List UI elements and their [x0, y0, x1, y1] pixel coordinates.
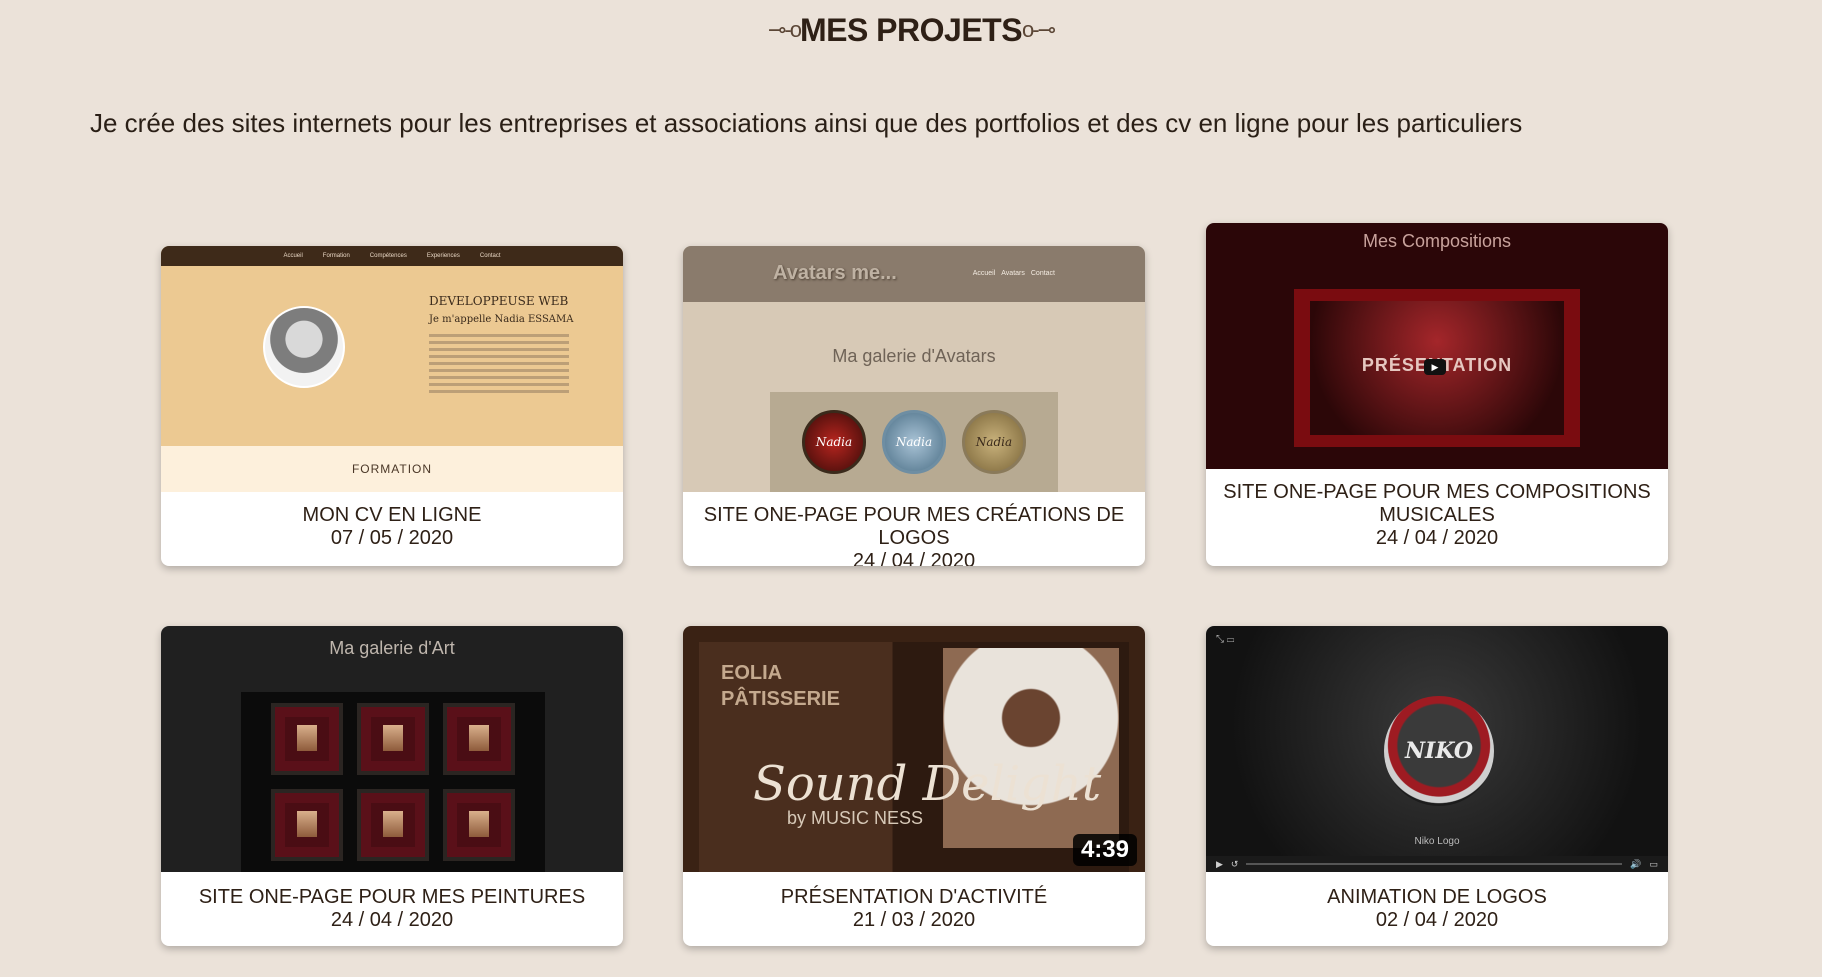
video-duration-badge: 4:39	[1072, 834, 1137, 866]
logo-disc: Nadia	[882, 410, 946, 474]
project-date: 07 / 05 / 2020	[330, 527, 454, 549]
play-icon[interactable]: ▶	[1424, 359, 1446, 375]
thumb-nav-item: Contact	[479, 253, 501, 259]
thumb-script-title: Sound Delight	[753, 756, 1102, 812]
thumb-menu: Accueil Avatars Contact	[973, 270, 1055, 277]
thumb-brand: Avatars me...	[773, 262, 897, 284]
thumb-subheading: Je m'appelle Nadia ESSAMA	[429, 314, 574, 325]
logo-disc: Nadia	[802, 410, 866, 474]
logo-disc: Nadia	[962, 410, 1026, 474]
thumb-byline: by MUSIC NESS	[787, 808, 924, 828]
thumb-brand: EOLIA PÂTISSERIE	[721, 660, 840, 712]
thumb-nav-item: Compétences	[369, 253, 407, 259]
thumb-body-text	[429, 334, 569, 397]
project-title: PRÉSENTATION D'ACTIVITÉ	[780, 886, 1048, 908]
project-caption: SITE ONE-PAGE POUR MES COMPOSITIONS MUSI…	[1206, 469, 1668, 550]
project-title: MON CV EN LIGNE	[302, 504, 482, 526]
project-thumbnail[interactable]: EOLIA PÂTISSERIE Sound Delight by MUSIC …	[683, 626, 1145, 872]
thumb-nav-item: Formation	[322, 253, 350, 259]
section-title: ⊸-oMES PROJETSo-⊸	[0, 12, 1822, 49]
thumb-nav: Accueil Formation Compétences Experience…	[161, 246, 623, 266]
project-thumbnail[interactable]: Mes Compositions PRÉSENTATION ▶	[1206, 223, 1668, 469]
painting-frame	[357, 789, 429, 861]
expand-icon[interactable]: ⤡ ▭	[1216, 634, 1234, 645]
painting-frame	[271, 703, 343, 775]
fullscreen-icon[interactable]: ▭	[1649, 859, 1658, 870]
painting-grid	[241, 692, 545, 872]
project-thumbnail[interactable]: ⤡ ▭ NIKO Niko Logo ▶ ↺ 🔊 ▭	[1206, 626, 1668, 872]
painting-frame	[443, 703, 515, 775]
project-thumbnail[interactable]: Accueil Formation Compétences Experience…	[161, 246, 623, 492]
project-date: 24 / 04 / 2020	[852, 550, 976, 566]
painting-frame	[357, 703, 429, 775]
project-date: 24 / 04 / 2020	[330, 909, 454, 931]
thumb-menu-item: Accueil	[972, 270, 996, 277]
thumb-menu-item: Avatars	[1001, 270, 1025, 277]
play-icon[interactable]: ▶	[1216, 859, 1223, 870]
section-intro: Je crée des sites internets pour les ent…	[90, 108, 1523, 138]
project-card-music[interactable]: Mes Compositions PRÉSENTATION ▶ SITE ONE…	[1206, 223, 1668, 566]
title-ornament-left: ⊸-o	[767, 17, 802, 42]
thumb-band: FORMATION	[161, 446, 623, 492]
thumb-heading: Ma galerie d'Art	[329, 638, 455, 658]
project-date: 21 / 03 / 2020	[852, 909, 976, 931]
project-card-animation[interactable]: ⤡ ▭ NIKO Niko Logo ▶ ↺ 🔊 ▭ ANIMATION DE …	[1206, 626, 1668, 946]
project-title: SITE ONE-PAGE POUR MES CRÉATIONS DE LOGO…	[703, 504, 1125, 549]
project-thumbnail[interactable]: Avatars me... Accueil Avatars Contact Ma…	[683, 246, 1145, 492]
thumb-heading: Mes Compositions	[1362, 231, 1512, 251]
thumb-nav-item: Accueil	[283, 253, 303, 259]
project-caption: PRÉSENTATION D'ACTIVITÉ 21 / 03 / 2020	[683, 872, 1145, 932]
thumb-topbar: Avatars me... Accueil Avatars Contact	[683, 246, 1145, 302]
logo-label: Niko Logo	[1414, 836, 1460, 847]
rewind-icon[interactable]: ↺	[1231, 859, 1239, 870]
project-caption: SITE ONE-PAGE POUR MES PEINTURES 24 / 04…	[161, 872, 623, 932]
thumb-nav-item: Experiences	[426, 253, 460, 259]
project-caption: SITE ONE-PAGE POUR MES CRÉATIONS DE LOGO…	[683, 492, 1145, 566]
project-title: SITE ONE-PAGE POUR MES PEINTURES	[198, 886, 586, 908]
project-date: 24 / 04 / 2020	[1375, 527, 1499, 549]
painting-frame	[443, 789, 515, 861]
brand-line: EOLIA	[721, 662, 783, 684]
volume-icon[interactable]: 🔊	[1630, 859, 1641, 870]
project-caption: MON CV EN LIGNE 07 / 05 / 2020	[161, 492, 623, 550]
project-title: SITE ONE-PAGE POUR MES COMPOSITIONS MUSI…	[1223, 481, 1651, 526]
painting-frame	[271, 789, 343, 861]
project-thumbnail[interactable]: Ma galerie d'Art	[161, 626, 623, 872]
project-caption: ANIMATION DE LOGOS 02 / 04 / 2020	[1206, 872, 1668, 932]
title-ornament-right: o-⊸	[1022, 17, 1056, 42]
logo-disc: NIKO	[1384, 696, 1494, 806]
brand-line: PÂTISSERIE	[721, 688, 840, 710]
thumb-heading: DEVELOPPEUSE WEB	[429, 294, 569, 308]
project-card-logos[interactable]: Avatars me... Accueil Avatars Contact Ma…	[683, 246, 1145, 566]
project-title: ANIMATION DE LOGOS	[1327, 886, 1547, 908]
avatar	[263, 306, 345, 388]
thumb-heading: Ma galerie d'Avatars	[832, 346, 996, 366]
progress-bar[interactable]	[1246, 863, 1623, 865]
project-date: 02 / 04 / 2020	[1375, 909, 1499, 931]
project-card-cv[interactable]: Accueil Formation Compétences Experience…	[161, 246, 623, 566]
video-controls[interactable]: ▶ ↺ 🔊 ▭	[1206, 856, 1668, 872]
avatar-gallery: Nadia Nadia Nadia	[770, 392, 1058, 492]
thumb-photo	[943, 648, 1119, 848]
thumb-menu-item: Contact	[1030, 270, 1055, 277]
project-card-paintings[interactable]: Ma galerie d'Art SITE ONE-PAGE POUR MES …	[161, 626, 623, 946]
project-card-activity[interactable]: EOLIA PÂTISSERIE Sound Delight by MUSIC …	[683, 626, 1145, 946]
section-title-text: MES PROJETS	[799, 12, 1023, 48]
